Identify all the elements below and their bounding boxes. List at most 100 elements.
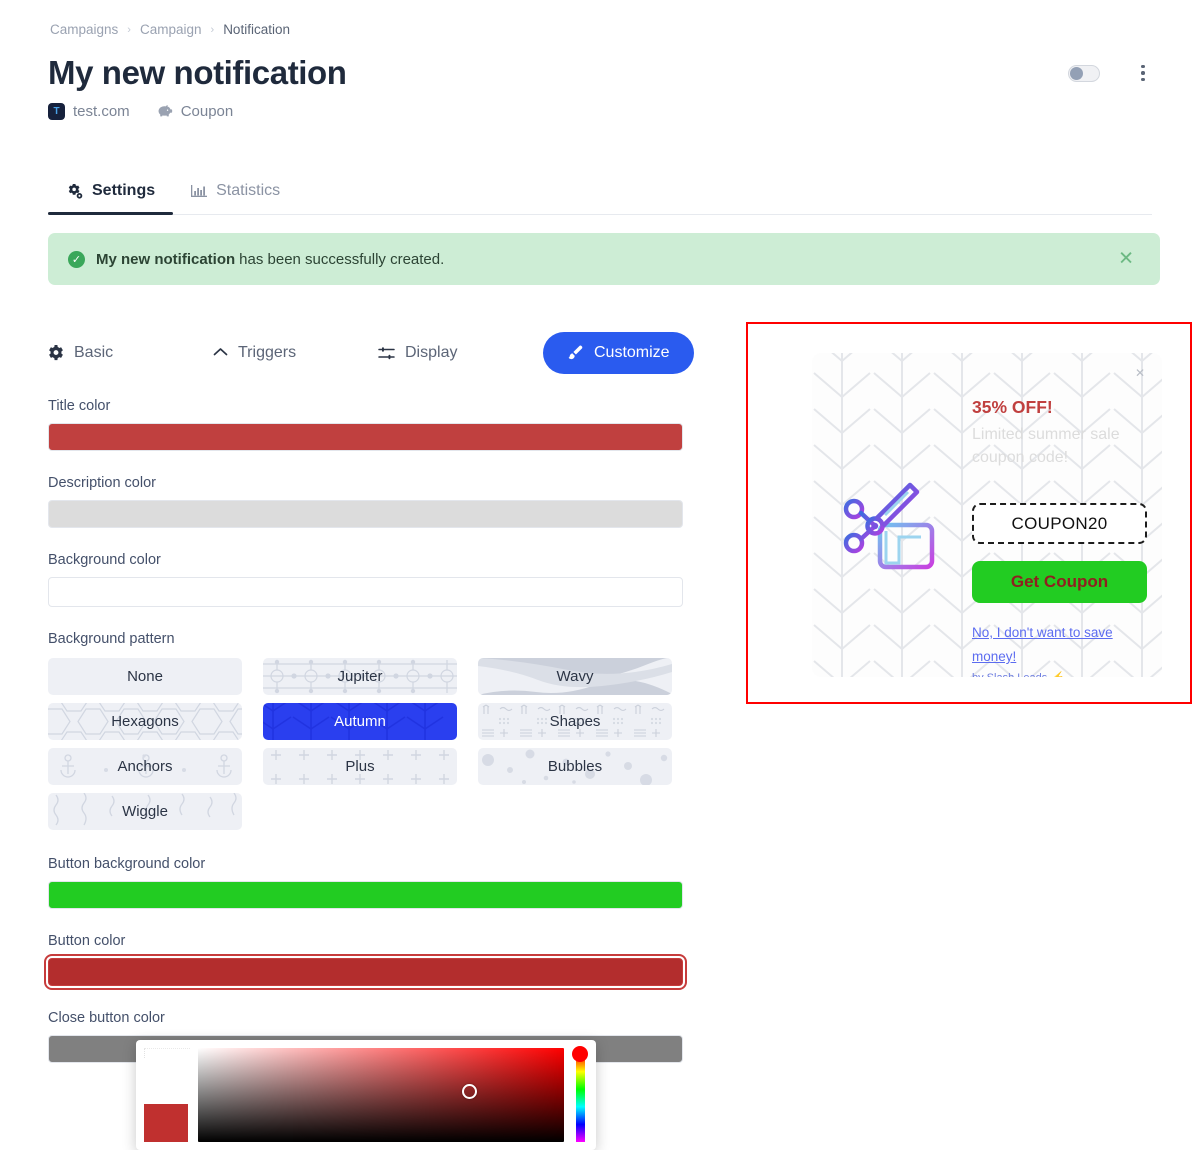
sliders-icon [378,346,395,361]
pattern-column-2: Jupiter Autumn Plus [263,658,457,830]
description-color-swatch[interactable] [48,500,683,528]
pattern-label: Plus [345,758,375,775]
pattern-tile-wiggle[interactable]: Wiggle [48,793,242,830]
subtab-basic-label: Basic [74,344,114,361]
alert-bold-text: My new notification [96,250,236,268]
header-actions [1068,62,1152,84]
customize-button-label: Customize [594,344,670,361]
preview-description: Limited summer sale coupon code! [972,426,1120,466]
gears-icon [66,183,83,199]
tab-settings-label: Settings [92,182,156,199]
notification-preview-frame: ✕ 35% OFF! Limited summer sale coupon co… [746,322,1192,704]
favicon-icon: T [48,103,65,120]
breadcrumb: Campaigns › Campaign › Notification [50,22,290,37]
customize-subtabs: Basic Triggers Display Customize [48,332,694,374]
breadcrumb-separator-icon: › [210,23,215,36]
background-color-swatch[interactable] [48,577,683,607]
pattern-tile-jupiter[interactable]: Jupiter [263,658,457,695]
preview-close-icon[interactable]: ✕ [1135,366,1145,380]
field-label: Background pattern [48,631,175,647]
meta-type-label: Coupon [180,103,234,120]
meta-type: Coupon [156,103,234,120]
preview-title: 35% OFF! [972,397,1053,417]
color-picker-preview [144,1048,190,1142]
tab-settings[interactable]: Settings [48,178,174,215]
kebab-menu-icon[interactable] [1134,62,1152,84]
success-alert: ✓ My new notification has been successfu… [48,233,1160,285]
subtab-display[interactable]: Display [378,344,543,362]
field-background-color: Background color [48,552,684,607]
pattern-tile-none[interactable]: None [48,658,242,695]
main-tabs: Settings Statistics [48,178,1152,215]
lightning-bolt-icon: ⚡ [1051,671,1065,677]
alert-text: has been successfully created. [239,250,445,268]
gear-icon [48,345,64,361]
bar-chart-icon [191,184,208,198]
field-label: Background color [48,552,161,568]
piggy-bank-icon [156,104,173,119]
pattern-label: Wavy [556,668,594,685]
tab-statistics[interactable]: Statistics [173,178,298,214]
pattern-label: Bubbles [547,758,603,775]
breadcrumb-item-campaigns[interactable]: Campaigns [50,22,118,37]
pattern-label: Shapes [549,713,601,730]
notification-preview-card: ✕ 35% OFF! Limited summer sale coupon co… [812,353,1162,677]
color-picker-cursor[interactable] [461,1083,477,1099]
picker-corner-decoration [144,1048,190,1058]
brush-icon [567,345,584,361]
meta-site-label: test.com [73,103,130,120]
subtab-triggers[interactable]: Triggers [213,344,378,362]
pattern-label: Hexagons [111,713,179,730]
subtab-display-label: Display [405,344,458,361]
customize-button[interactable]: Customize [543,332,694,374]
field-label: Button color [48,933,126,949]
button-color-swatch[interactable] [44,954,687,990]
preview-coupon-code[interactable]: COUPON20 [972,503,1147,544]
pattern-tile-plus[interactable]: Plus [263,748,457,785]
subtab-basic[interactable]: Basic [48,344,213,362]
field-label: Button background color [48,856,206,872]
pattern-tile-anchors[interactable]: Anchors [48,748,242,785]
pattern-tile-autumn[interactable]: Autumn [263,703,457,740]
pattern-column-1: None Hexagons Anchors Wiggle [48,658,242,830]
preview-brand: by Slash Leads ⚡ [972,671,1065,678]
subtab-triggers-label: Triggers [238,344,297,361]
field-background-pattern: Background pattern None Hexagons Anchors… [48,631,684,830]
pattern-label: Jupiter [337,668,383,685]
preview-brand-label: by Slash Leads [972,672,1047,678]
chevron-up-icon [213,347,228,359]
breadcrumb-separator-icon: › [127,23,131,36]
notification-enable-toggle[interactable] [1068,64,1100,82]
color-picker-hue-slider[interactable] [572,1046,588,1142]
title-color-swatch[interactable] [48,423,683,451]
button-background-color-swatch[interactable] [48,881,683,909]
meta-site[interactable]: T test.com [48,103,130,120]
breadcrumb-item-notification: Notification [223,22,290,37]
color-picker-popup[interactable] [136,1040,596,1150]
field-button-color: Button color [44,933,687,990]
field-description-color: Description color [48,475,684,528]
pattern-column-3: Wavy Shapes Bubbles [478,658,672,830]
scissors-coupon-icon [843,482,935,570]
alert-close-icon[interactable]: ✕ [1118,248,1134,271]
hue-slider-handle[interactable] [572,1046,588,1062]
toggle-knob [1070,66,1083,80]
field-title-color: Title color [48,398,684,451]
pattern-tile-hexagons[interactable]: Hexagons [48,703,242,740]
page-meta: T test.com Coupon [48,103,233,120]
color-picker-saturation-area[interactable] [198,1048,564,1142]
pattern-tile-bubbles[interactable]: Bubbles [478,748,672,785]
pattern-label: Anchors [117,758,173,775]
color-picker-current-swatch [144,1104,188,1142]
field-label: Description color [48,475,156,491]
hue-gradient-bar [575,1054,585,1142]
field-label: Title color [48,398,111,414]
pattern-tile-wavy[interactable]: Wavy [478,658,672,695]
pattern-tile-shapes[interactable]: Shapes [478,703,672,740]
breadcrumb-item-campaign[interactable]: Campaign [140,22,202,37]
pattern-label: Wiggle [122,803,168,820]
preview-get-coupon-button[interactable]: Get Coupon [972,561,1147,603]
pattern-label: Autumn [334,713,386,730]
pattern-grid: None Hexagons Anchors Wiggle Jupiter Aut… [48,658,684,830]
preview-decline-link[interactable]: No, I don't want to save money! [972,621,1152,669]
